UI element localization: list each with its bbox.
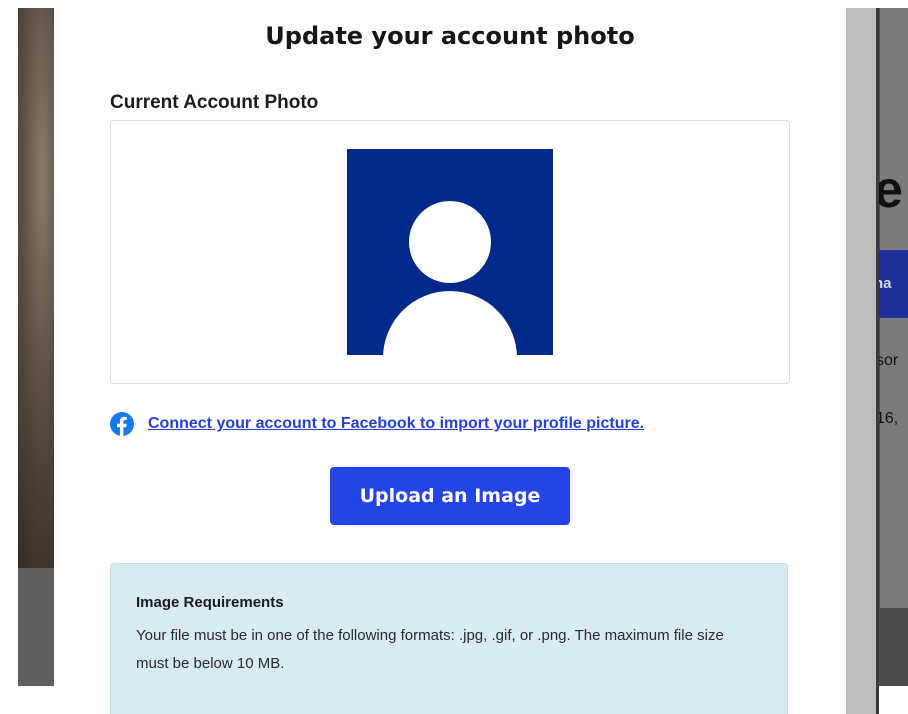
current-photo-frame [110, 120, 790, 384]
scrollbar-edge [876, 8, 879, 714]
facebook-connect-row: Connect your account to Facebook to impo… [110, 412, 644, 436]
image-requirements-box: Image Requirements Your file must be in … [110, 563, 788, 714]
requirements-title: Image Requirements [136, 594, 284, 611]
default-avatar-icon [347, 149, 553, 355]
upload-image-button[interactable]: Upload an Image [330, 467, 570, 525]
background-text: sor [876, 352, 899, 369]
update-photo-modal: Update your account photo Current Accoun… [54, 8, 846, 714]
background-text: 16, [876, 410, 899, 427]
facebook-icon [110, 412, 134, 436]
avatar-head [409, 201, 491, 283]
modal-scrollbar[interactable] [846, 8, 876, 714]
avatar-body [383, 291, 517, 355]
current-photo-label: Current Account Photo [110, 92, 319, 113]
facebook-connect-link[interactable]: Connect your account to Facebook to impo… [148, 415, 644, 433]
modal-title: Update your account photo [265, 22, 635, 50]
page: e na sor 16, Update your account photo C… [0, 0, 908, 714]
requirements-text: Your file must be in one of the followin… [136, 627, 724, 672]
